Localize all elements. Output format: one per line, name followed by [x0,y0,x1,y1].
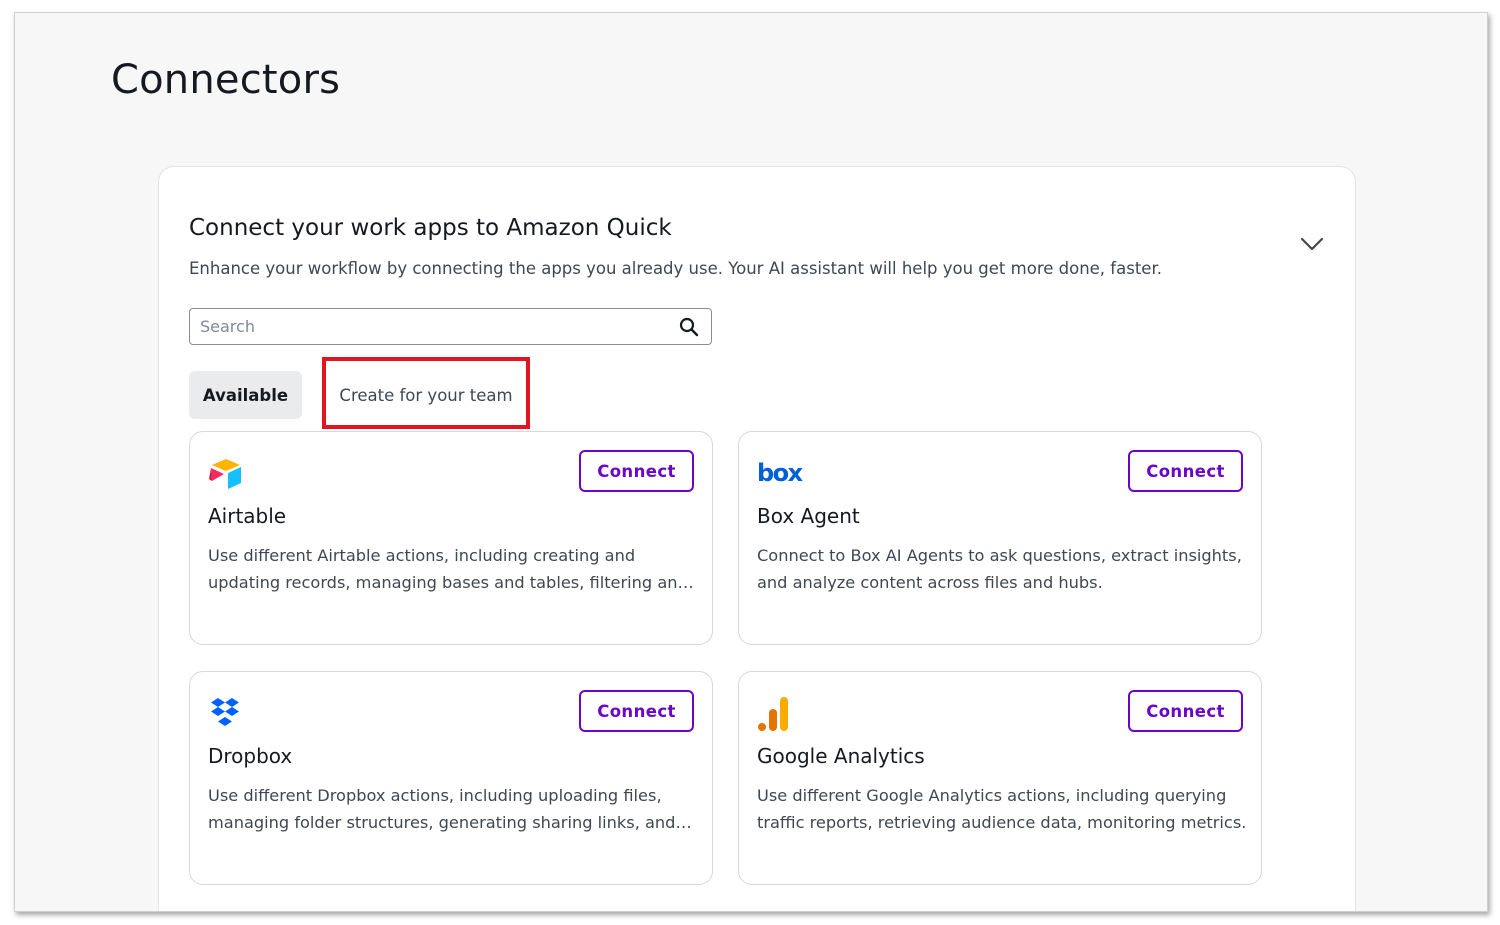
connect-button-box-agent[interactable]: Connect [1128,450,1243,492]
dropbox-logo-icon [211,698,239,726]
search-input[interactable] [200,309,670,344]
airtable-logo-icon [209,459,241,489]
connector-description: Use different Google Analytics actions, … [757,786,1247,832]
connector-card-google-analytics: Connect Google Analytics Use different G… [738,671,1262,885]
connector-card-box-agent: box Connect Box Agent Connect to Box AI … [738,431,1262,645]
box-logo-icon: box [757,459,803,487]
panel-title: Connect your work apps to Amazon Quick [189,215,672,241]
connector-description: Use different Airtable actions, includin… [208,546,688,592]
connector-card-airtable: Connect Airtable Use different Airtable … [189,431,713,645]
search-box[interactable] [189,308,712,345]
app-window: Connectors Connect your work apps to Ama… [14,12,1488,912]
tab-create-label: Create for your team [339,386,513,405]
chevron-down-icon[interactable] [1299,235,1325,253]
connector-description: Use different Dropbox actions, including… [208,786,676,832]
connect-button-google-analytics[interactable]: Connect [1128,690,1243,732]
tab-available[interactable]: Available [189,371,302,419]
google-analytics-logo-icon [758,697,788,731]
tab-create-for-your-team[interactable]: Create for your team [322,357,530,429]
panel-subtitle: Enhance your workflow by connecting the … [189,259,1162,278]
connector-card-dropbox: Connect Dropbox Use different Dropbox ac… [189,671,713,885]
connect-button-airtable[interactable]: Connect [579,450,694,492]
connector-description: Connect to Box AI Agents to ask question… [757,546,1242,592]
search-icon[interactable] [679,317,699,337]
connector-name: Box Agent [757,504,860,528]
page-title: Connectors [111,57,341,103]
connector-name: Dropbox [208,744,293,768]
connect-button-dropbox[interactable]: Connect [579,690,694,732]
connector-name: Airtable [208,504,287,528]
connector-name: Google Analytics [757,744,925,768]
